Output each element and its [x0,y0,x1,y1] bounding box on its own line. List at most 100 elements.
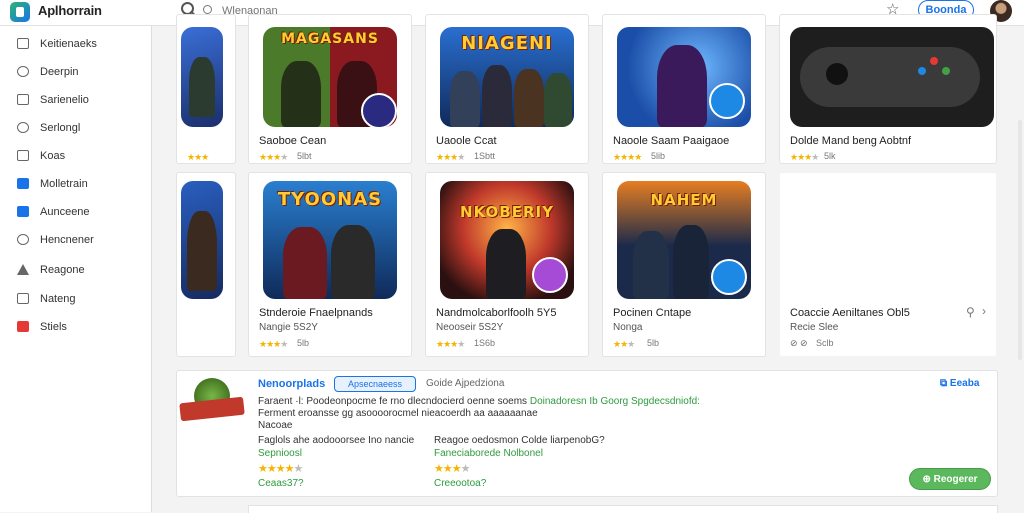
sidebar-item-label: Hencnener [40,234,94,246]
featured-col2-label: Reagoe oedosmon Colde liarpenobG? [434,435,605,446]
featured-line-1: Faraent ·l: Poodeonpocme fe rno dlecndoc… [258,396,700,407]
rating-count: 5lb [647,338,660,348]
rating-stars: ★★★★ [259,152,288,162]
app-card[interactable]: MAGASANS Saoboe Cean ★★★★ 5lbt [248,14,412,164]
sidebar-item-label: Serlongl [40,122,81,134]
app-card-partial[interactable] [176,172,236,357]
sidebar-item-8[interactable]: Reagone [0,260,152,282]
app-logo-icon[interactable] [10,2,30,22]
featured-logo-icon [179,378,245,434]
rating-count: 5lbt [297,151,312,161]
thumbnail-art-text: NKOBERIY [460,203,554,221]
rating-count: 5lib [651,151,666,161]
app-thumbnail: NKOBERIY [440,181,574,299]
app-subtitle: Nangie 5S2Y [259,322,318,333]
app-card[interactable]: NIAGENI Uaoole Ccat ★★★★ 1Sbtt [425,14,589,164]
featured-col2-price: Creeootoa? [434,478,487,489]
featured-col1-value: Sepnioosl [258,448,302,459]
featured-link[interactable]: ⧉ Eeaba [940,378,979,389]
game-badge-icon [711,259,747,295]
download-icon: ⊕ [922,474,934,485]
app-thumbnail [181,181,223,299]
rating-stars: ★★★★ [259,339,288,349]
sidebar-item-6[interactable]: Aunceene [0,202,152,224]
info-icon: ⊘ ⊘ [790,338,808,348]
folder-icon [17,293,29,304]
thumbnail-art-text: NIAGENI [461,33,553,54]
sidebar-item-7[interactable]: Hencnener [0,230,152,252]
sidebar-item-label: Koas [40,150,66,162]
window-icon [17,178,29,189]
app-thumbnail: MAGASANS [263,27,397,127]
app-title: Naoole Saam Paaigaoe [613,135,730,147]
sidebar-item-label: Reagone [40,264,85,276]
sidebar-item-label: Stiels [40,321,67,333]
app-thumbnail: TYOONAS [263,181,397,299]
app-card-partial[interactable]: ★★★ [176,14,236,164]
app-thumbnail: NAHEM [617,181,751,299]
app-subtitle: Nonga [613,322,643,333]
thumbnail-art-text: NAHEM [650,191,718,209]
rating-count: 1Sbtt [474,151,496,161]
pin-icon[interactable]: ⚲ [966,305,975,319]
sidebar-item-0[interactable]: Keitienaeks [0,34,152,56]
user-icon [17,66,29,77]
featured-line-2: Ferment eroansse gg asoooorocmel nieacoe… [258,408,538,419]
game-badge-icon [361,93,397,127]
featured-link-label: Eeaba [949,378,980,389]
sidebar-item-2[interactable]: Sarienelio [0,90,152,112]
rating-stars: ★★★★ [790,152,819,162]
sidebar-item-3[interactable]: Serlongl [0,118,152,140]
chevron-right-icon[interactable]: › [982,304,986,318]
rating-stars: ★★★★ [436,339,465,349]
app-title: Aplhorrain [38,3,102,18]
rating-stars: ★★★★ [436,152,465,162]
thumbnail-art-text: MAGASANS [281,31,379,47]
share-icon: ⧉ [940,378,950,389]
featured-col1-label: Faglols ahe aodooorsee Ino nancie [258,435,415,446]
sidebar-item-label: Deerpin [40,66,79,78]
app-title: Dolde Mand beng Aobtnf [790,135,912,147]
app-subtitle: Recie Slee [790,322,839,333]
sidebar-item-label: Sarienelio [40,94,89,106]
voice-search-icon[interactable] [203,5,212,14]
sidebar-item-9[interactable]: Nateng [0,289,152,311]
app-title: Nandmolcaborlfoolh 5Y5 [436,307,557,319]
thumbnail-art-text: TYOONAS [277,189,383,210]
store-icon [17,321,29,332]
game-badge-icon [709,83,745,119]
sidebar-item-1[interactable]: Deerpin [0,62,152,84]
app-thumbnail: NIAGENI [440,27,574,127]
featured-col2-value: Faneciaborede Nolbonel [434,448,543,459]
app-card[interactable]: TYOONAS Stnderoie Fnaelpnands Nangie 5S2… [248,172,412,357]
sidebar-item-10[interactable]: Stiels [0,317,152,339]
app-card[interactable]: Naoole Saam Paaigaoe ★★★★ 5lib [602,14,766,164]
install-button[interactable]: ⊕ Reogerer [909,468,991,490]
sidebar: Keitienaeks Deerpin Sarienelio Serlongl … [0,26,152,512]
sidebar-item-label: Nateng [40,293,76,305]
rating-count: Sclb [816,338,834,348]
pen-icon [17,264,29,275]
settings-icon [17,234,29,245]
app-thumbnail [181,27,223,127]
app-card[interactable]: NAHEM Pocinen Cntape Nonga ★★★ 5lb [602,172,766,357]
featured-tag-pill[interactable]: Apsecnaeess [334,376,416,392]
sidebar-item-5[interactable]: Molletrain [0,174,152,196]
featured-category: Goide Ajpedziona [426,378,505,389]
app-title: Pocinen Cntape [613,307,692,319]
app-title: Stnderoie Fnaelpnands [259,307,373,319]
featured-line-3: Nacoae [258,420,293,431]
featured-title[interactable]: Nenoorplads [258,378,325,390]
rating-stars: ★★★★ [613,152,642,162]
app-title: Uaoole Ccat [436,135,497,147]
app-card[interactable]: Dolde Mand beng Aobtnf ★★★★ 5lk [779,14,997,164]
app-card[interactable]: NKOBERIY Nandmolcaborlfoolh 5Y5 Neooseir… [425,172,589,357]
scrollbar[interactable] [1018,120,1022,360]
sidebar-item-4[interactable]: Koas [0,146,152,168]
app-card[interactable]: Coaccie Aeniltanes Obl5 Recie Slee ⊘ ⊘ S… [779,172,997,357]
rating-count: 1S6b [474,338,496,348]
image-icon [17,94,29,105]
chat-icon [17,122,29,133]
app-title: Saoboe Cean [259,135,327,147]
featured-col1-price: Ceaas37? [258,478,304,489]
